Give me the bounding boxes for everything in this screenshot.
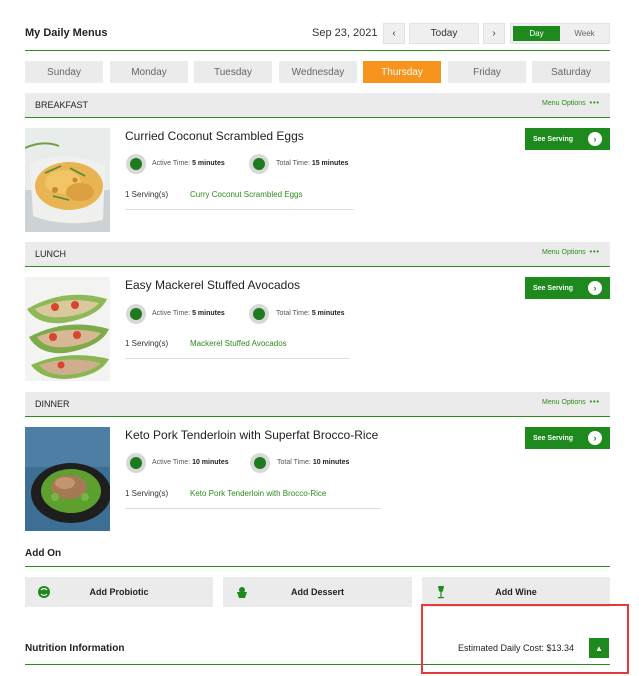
section-dinner: DINNER Menu Options •••	[25, 392, 610, 416]
add-wine-button[interactable]: Add Wine	[422, 577, 610, 607]
page-title: My Daily Menus	[25, 27, 108, 39]
chef-hat-icon	[126, 453, 146, 473]
section-label: BREAKFAST	[35, 100, 89, 110]
add-dessert-button[interactable]: Add Dessert	[223, 577, 412, 607]
probiotic-icon	[38, 586, 50, 598]
total-time: Total Time: 10 minutes	[277, 459, 350, 466]
chevron-right-icon: ›	[588, 132, 602, 146]
section-divider	[25, 266, 610, 267]
section-divider	[25, 117, 610, 118]
meal-image-dinner	[25, 427, 110, 531]
highlight-box	[421, 604, 629, 674]
view-day-option[interactable]: Day	[513, 26, 560, 41]
current-date: Sep 23, 2021	[312, 27, 378, 39]
chevron-right-icon: ›	[588, 281, 602, 295]
nutrition-information-title[interactable]: Nutrition Information	[25, 643, 124, 654]
recipe-link[interactable]: Curry Coconut Scrambled Eggs	[190, 190, 303, 199]
menu-options-button[interactable]: Menu Options •••	[542, 399, 600, 406]
meal-title[interactable]: Keto Pork Tenderloin with Superfat Brocc…	[125, 428, 378, 442]
addon-divider	[25, 566, 610, 567]
see-serving-button[interactable]: See Serving ›	[525, 277, 610, 299]
more-icon: •••	[589, 399, 600, 406]
servings-count: 1 Serving(s)	[125, 190, 169, 199]
recipe-link[interactable]: Mackerel Stuffed Avocados	[190, 339, 287, 348]
meal-image-lunch	[25, 277, 110, 381]
see-serving-button[interactable]: See Serving ›	[525, 128, 610, 150]
clock-icon	[249, 154, 269, 174]
next-day-button[interactable]: ›	[483, 23, 505, 44]
active-time: Active Time: 5 minutes	[152, 160, 225, 167]
tab-tuesday[interactable]: Tuesday	[194, 61, 272, 83]
chef-hat-icon	[126, 154, 146, 174]
addon-title: Add On	[25, 548, 62, 559]
chef-hat-icon	[126, 304, 146, 324]
today-button[interactable]: Today	[409, 23, 479, 44]
total-time: Total Time: 5 minutes	[276, 310, 345, 317]
tab-saturday[interactable]: Saturday	[532, 61, 610, 83]
clock-icon	[249, 304, 269, 324]
section-lunch: LUNCH Menu Options •••	[25, 242, 610, 266]
meal-title[interactable]: Curried Coconut Scrambled Eggs	[125, 129, 304, 143]
add-probiotic-button[interactable]: Add Probiotic	[25, 577, 213, 607]
active-time: Active Time: 5 minutes	[152, 310, 225, 317]
servings-count: 1 Serving(s)	[125, 339, 169, 348]
meal-title[interactable]: Easy Mackerel Stuffed Avocados	[125, 278, 300, 292]
more-icon: •••	[589, 100, 600, 107]
header-divider	[25, 50, 610, 51]
wine-glass-icon	[438, 586, 444, 599]
section-label: DINNER	[35, 399, 70, 409]
servings-count: 1 Serving(s)	[125, 489, 169, 498]
tab-thursday[interactable]: Thursday	[363, 61, 441, 83]
tab-sunday[interactable]: Sunday	[25, 61, 103, 83]
section-breakfast: BREAKFAST Menu Options •••	[25, 93, 610, 117]
clock-icon	[250, 453, 270, 473]
prev-day-button[interactable]: ‹	[383, 23, 405, 44]
section-label: LUNCH	[35, 249, 67, 259]
divider	[125, 508, 381, 509]
menu-options-button[interactable]: Menu Options •••	[542, 100, 600, 107]
dessert-icon	[237, 587, 247, 598]
view-toggle: Day Week	[510, 23, 610, 44]
more-icon: •••	[589, 249, 600, 256]
divider	[125, 209, 354, 210]
tab-friday[interactable]: Friday	[448, 61, 526, 83]
tab-monday[interactable]: Monday	[110, 61, 188, 83]
meal-image-breakfast	[25, 128, 110, 232]
see-serving-button[interactable]: See Serving ›	[525, 427, 610, 449]
divider	[125, 358, 350, 359]
recipe-link[interactable]: Keto Pork Tenderloin with Brocco-Rice	[190, 489, 326, 498]
view-week-option[interactable]: Week	[562, 26, 607, 41]
chevron-right-icon: ›	[588, 431, 602, 445]
menu-options-button[interactable]: Menu Options •••	[542, 249, 600, 256]
tab-wednesday[interactable]: Wednesday	[279, 61, 357, 83]
total-time: Total Time: 15 minutes	[276, 160, 349, 167]
section-divider	[25, 416, 610, 417]
active-time: Active Time: 10 minutes	[152, 459, 229, 466]
